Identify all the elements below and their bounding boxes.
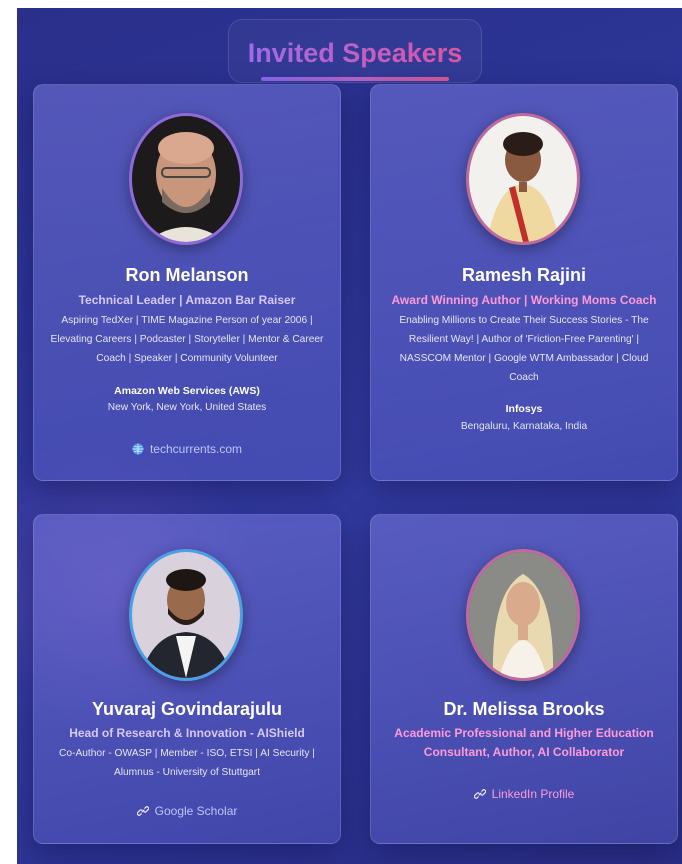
globe-icon	[132, 443, 144, 458]
speaker-role: Academic Professional and Higher Educati…	[394, 726, 654, 759]
speaker-organization: Infosys	[505, 403, 543, 415]
speaker-location: New York, New York, United States	[107, 402, 267, 413]
linkedin-profile-link-label[interactable]: LinkedIn Profile	[492, 787, 575, 801]
speaker-role: Award Winning Author | Working Moms Coac…	[391, 293, 657, 307]
google-scholar-link[interactable]: Google Scholar	[34, 804, 340, 820]
invited-speakers-section: Invited Speakers Ron Melanson Technical …	[17, 8, 682, 864]
speaker-card-ron-melanson: Ron Melanson Technical Leader | Amazon B…	[33, 84, 341, 481]
speaker-description: Enabling Millions to Create Their Succes…	[399, 315, 649, 383]
speaker-card-yuvaraj-govindarajulu: Yuvaraj Govindarajulu Head of Research &…	[33, 514, 341, 844]
speaker-card-melissa-brooks: Dr. Melissa Brooks Academic Professional…	[370, 514, 678, 844]
website-link-label[interactable]: techcurrents.com	[150, 442, 242, 456]
speaker-name: Dr. Melissa Brooks	[443, 699, 605, 719]
speaker-photo	[129, 549, 243, 681]
section-title: Invited Speakers	[229, 38, 481, 69]
linkedin-profile-link[interactable]: LinkedIn Profile	[371, 787, 677, 803]
speaker-photo	[129, 113, 243, 245]
website-link[interactable]: techcurrents.com	[34, 442, 340, 458]
title-underline	[261, 77, 449, 81]
speaker-name: Ramesh Rajini	[461, 265, 587, 285]
speaker-name: Ron Melanson	[125, 265, 249, 285]
section-title-box: Invited Speakers	[228, 19, 482, 83]
speaker-description: Aspiring TedXer | TIME Magazine Person o…	[50, 315, 324, 364]
speaker-role: Technical Leader | Amazon Bar Raiser	[78, 293, 296, 307]
speaker-card-ramesh-rajini: Ramesh Rajini Award Winning Author | Wor…	[370, 84, 678, 481]
speaker-organization: Amazon Web Services (AWS)	[114, 385, 260, 397]
speaker-photo	[466, 549, 580, 681]
link-icon	[473, 788, 486, 803]
speaker-name: Yuvaraj Govindarajulu	[91, 699, 283, 719]
speaker-description: Co-Author - OWASP | Member - ISO, ETSI |…	[59, 748, 315, 778]
speaker-role: Head of Research & Innovation - AIShield	[69, 726, 305, 740]
google-scholar-link-label[interactable]: Google Scholar	[155, 804, 238, 818]
speaker-photo	[466, 113, 580, 245]
link-icon	[136, 805, 149, 820]
speaker-location: Bengaluru, Karnataka, India	[460, 421, 588, 432]
